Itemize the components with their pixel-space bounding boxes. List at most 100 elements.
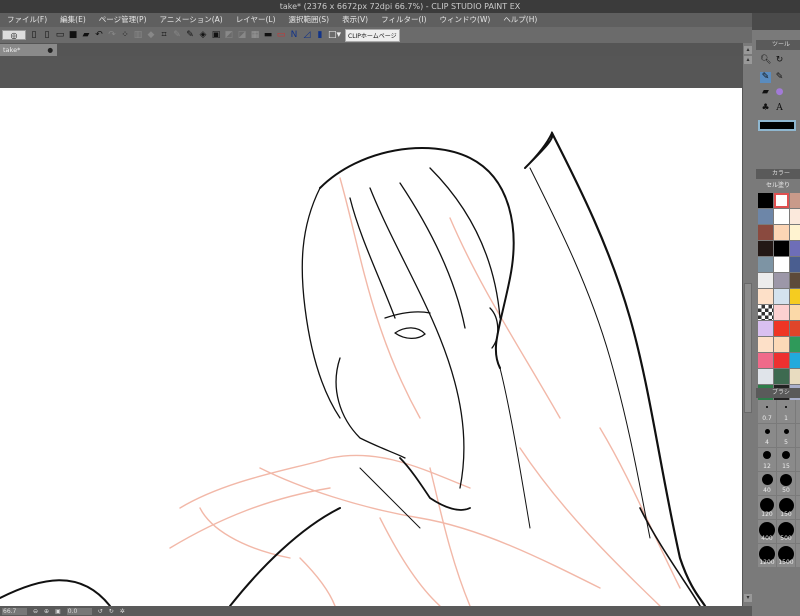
color-swatch[interactable] — [758, 193, 773, 208]
drawing-canvas[interactable] — [0, 88, 742, 606]
color-swatch[interactable] — [758, 353, 773, 368]
scroll-down-icon[interactable]: ▾ — [744, 594, 752, 602]
clip-studio-icon[interactable]: ◎ — [2, 30, 26, 40]
color-swatch[interactable] — [774, 225, 789, 240]
brush-size-cell[interactable]: 4 — [758, 424, 776, 447]
color-swatch[interactable] — [758, 289, 773, 304]
color-swatch[interactable] — [790, 353, 800, 368]
brush-size-cell[interactable]: 400 — [758, 520, 776, 543]
close-tab-icon[interactable]: ● — [47, 44, 53, 56]
brush-size-cell[interactable]: 120 — [758, 496, 776, 519]
main-color-swatch[interactable] — [758, 120, 796, 131]
color-swatch[interactable] — [758, 305, 773, 320]
scroll-up-page-icon[interactable]: ▴ — [744, 56, 752, 64]
color-swatch[interactable] — [774, 241, 789, 256]
grid-icon[interactable]: ▦ — [250, 30, 260, 40]
record-icon[interactable]: ▭ — [276, 30, 286, 40]
tab-take[interactable]: take* ● — [0, 44, 57, 56]
snap-icon[interactable]: ▣ — [211, 30, 221, 40]
ruler-snap-icon[interactable]: N — [289, 30, 299, 40]
transform-icon[interactable]: ⌗ — [159, 30, 169, 40]
undo-icon[interactable]: ↶ — [94, 30, 104, 40]
color-swatch[interactable] — [774, 305, 789, 320]
new-page-icon[interactable]: ▯ — [42, 30, 52, 40]
reset-rotation-icon[interactable]: ✲ — [120, 608, 125, 615]
view-bar-icon[interactable]: ▬ — [263, 30, 273, 40]
pen-off-icon[interactable]: ✎ — [172, 30, 182, 40]
pen-tool-icon[interactable]: ✎ — [760, 72, 771, 83]
brush-size-cell[interactable] — [796, 520, 800, 543]
brush-size-cell[interactable] — [796, 544, 800, 567]
color-swatch[interactable] — [790, 209, 800, 224]
fill-tool-icon[interactable]: ♣ — [760, 103, 771, 114]
menu-help[interactable]: ヘルプ(H) — [503, 13, 537, 27]
color-swatch[interactable] — [790, 337, 800, 352]
clear-icon[interactable]: ⁘ — [120, 30, 130, 40]
color-swatch[interactable] — [758, 321, 773, 336]
color-dropdown-icon[interactable]: □▾ — [328, 30, 341, 40]
menu-selection[interactable]: 選択範囲(S) — [289, 13, 330, 27]
special-ruler-icon[interactable]: ◿ — [302, 30, 312, 40]
brush-size-cell[interactable]: 150 — [777, 496, 795, 519]
ruler-off-icon[interactable]: ◩ — [224, 30, 234, 40]
menu-filter[interactable]: フィルター(I) — [381, 13, 426, 27]
color-swatch[interactable] — [774, 193, 789, 208]
menu-layer[interactable]: レイヤー(L) — [236, 13, 276, 27]
color-swatch[interactable] — [790, 289, 800, 304]
brush-size-cell[interactable] — [796, 400, 800, 423]
color-swatch[interactable] — [790, 257, 800, 272]
color-set-name[interactable]: セル塗り — [766, 180, 790, 189]
open-icon[interactable]: ▭ — [55, 30, 65, 40]
color-swatch[interactable] — [758, 257, 773, 272]
zoom-tool-icon[interactable]: 🔍︎ — [760, 55, 771, 66]
color-swatch[interactable] — [790, 241, 800, 256]
rotate-right-icon[interactable]: ↻ — [109, 608, 114, 615]
color-swatch[interactable] — [774, 353, 789, 368]
brush-size-cell[interactable]: 500 — [777, 520, 795, 543]
menu-animation[interactable]: アニメーション(A) — [160, 13, 223, 27]
pen-icon[interactable]: ✎ — [185, 30, 195, 40]
zoom-out-icon[interactable]: ⊖ — [33, 608, 38, 615]
brush-size-cell[interactable]: 1 — [777, 400, 795, 423]
perspective-icon[interactable]: ▮ — [315, 30, 325, 40]
menu-file[interactable]: ファイル(F) — [7, 13, 47, 27]
color-swatch[interactable] — [790, 369, 800, 384]
brush-size-cell[interactable]: 5 — [777, 424, 795, 447]
brush-size-cell[interactable]: 40 — [758, 472, 776, 495]
new-file-icon[interactable]: ▯ — [29, 30, 39, 40]
color-swatch[interactable] — [758, 241, 773, 256]
color-swatch[interactable] — [774, 321, 789, 336]
save-icon[interactable]: ■ — [68, 30, 78, 40]
clear-outside-icon[interactable]: ▥ — [133, 30, 143, 40]
color-swatch[interactable] — [758, 273, 773, 288]
brush-size-cell[interactable]: 1200 — [758, 544, 776, 567]
fit-icon[interactable]: ▣ — [55, 608, 61, 615]
fill-icon[interactable]: ◆ — [146, 30, 156, 40]
layer-icon[interactable]: ◈ — [198, 30, 208, 40]
grid-off-icon[interactable]: ◪ — [237, 30, 247, 40]
brush-size-cell[interactable] — [796, 472, 800, 495]
scroll-up-icon[interactable]: ▴ — [744, 46, 752, 54]
brush-size-cell[interactable] — [796, 448, 800, 471]
brush-size-cell[interactable] — [796, 424, 800, 447]
color-swatch[interactable] — [774, 337, 789, 352]
vertical-scrollbar[interactable]: ▴ ▴ ▾ — [742, 43, 752, 606]
color-swatch[interactable] — [774, 369, 789, 384]
color-swatch[interactable] — [774, 273, 789, 288]
brush-size-cell[interactable]: 15 — [777, 448, 795, 471]
color-swatch[interactable] — [774, 289, 789, 304]
scrollbar-thumb[interactable] — [744, 283, 752, 413]
brush-size-cell[interactable]: 50 — [777, 472, 795, 495]
color-swatch[interactable] — [790, 273, 800, 288]
color-swatch[interactable] — [774, 257, 789, 272]
brush-size-cell[interactable]: 12 — [758, 448, 776, 471]
brush-size-cell[interactable]: 1500 — [777, 544, 795, 567]
color-swatch[interactable] — [758, 369, 773, 384]
color-swatch[interactable] — [758, 209, 773, 224]
redo-icon[interactable]: ↷ — [107, 30, 117, 40]
eraser-tool-icon[interactable]: ▰ — [760, 87, 771, 98]
rotate-left-icon[interactable]: ↺ — [98, 608, 103, 615]
color-swatch[interactable] — [758, 337, 773, 352]
zoom-value[interactable]: 66.7 — [2, 607, 27, 615]
rotation-value[interactable]: 0.0 — [66, 607, 92, 615]
